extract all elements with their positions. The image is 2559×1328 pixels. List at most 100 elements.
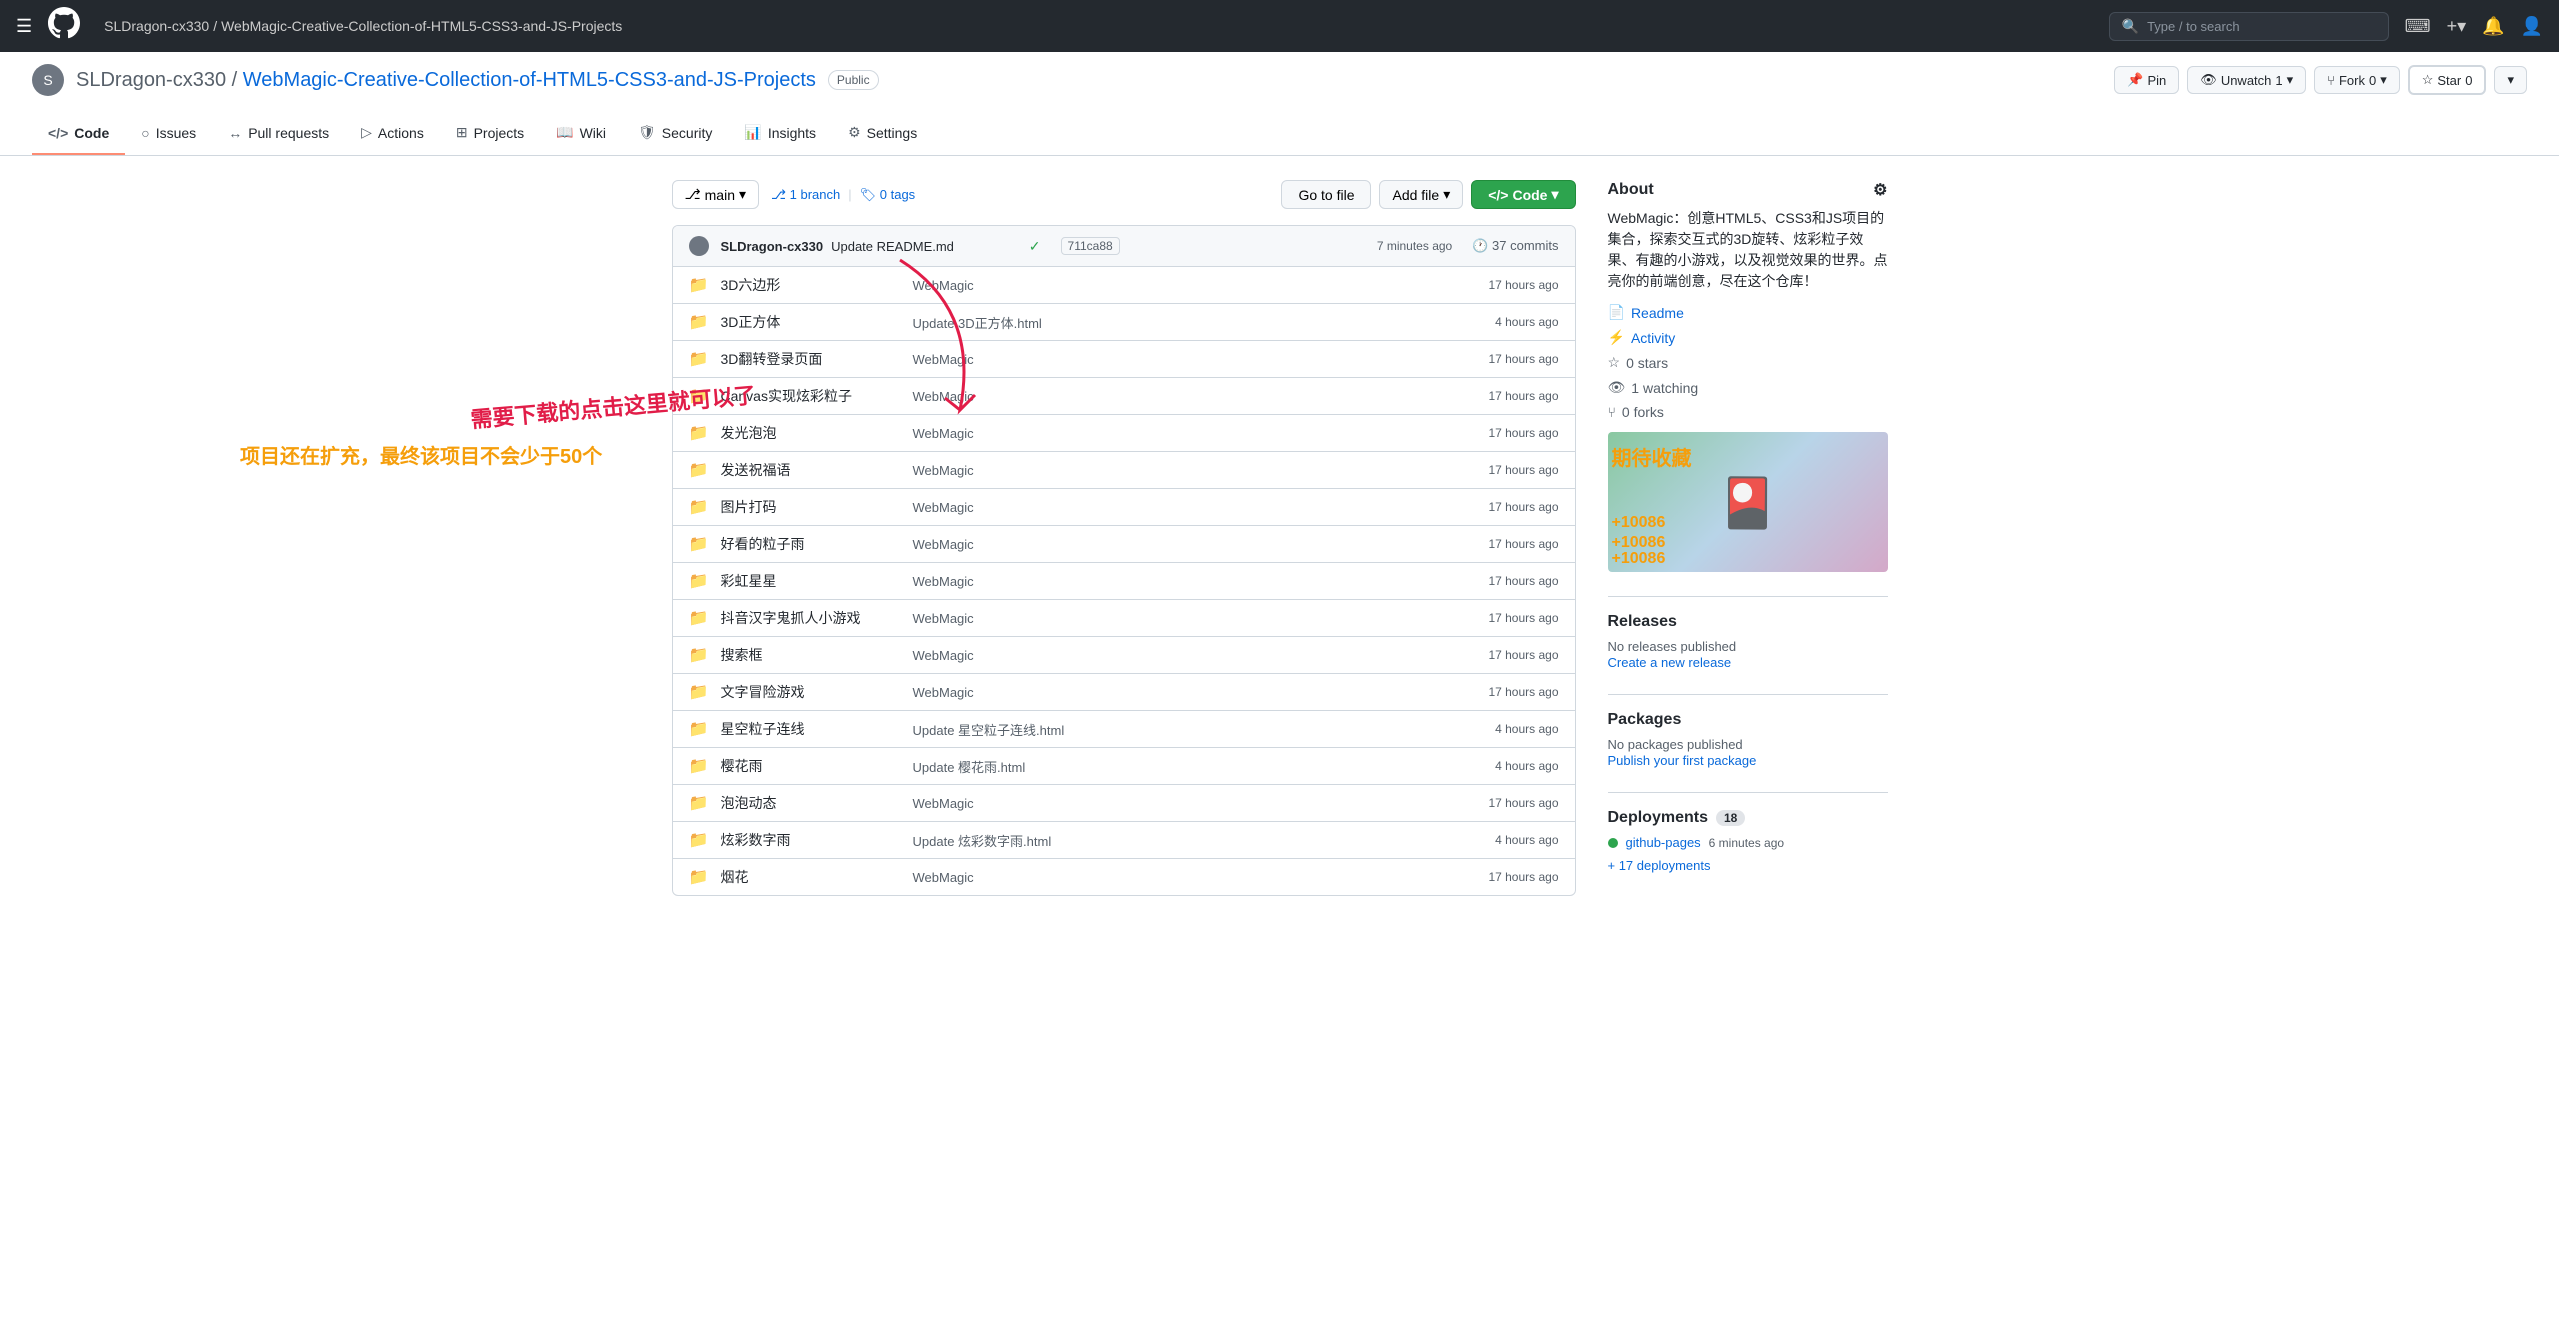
- file-time: 4 hours ago: [1459, 833, 1559, 847]
- activity-link[interactable]: ⚡ Activity: [1608, 329, 1888, 346]
- notification-icon[interactable]: 🔔: [2482, 16, 2504, 37]
- watching-icon: 👁: [1608, 379, 1626, 396]
- activity-icon: ⚡: [1608, 329, 1625, 346]
- file-name[interactable]: 彩虹星星: [721, 571, 901, 591]
- file-time: 17 hours ago: [1459, 870, 1559, 884]
- publish-package-link[interactable]: Publish your first package: [1608, 753, 1757, 768]
- file-name[interactable]: 发光泡泡: [721, 423, 901, 443]
- repo-link[interactable]: WebMagic-Creative-Collection-of-HTML5-CS…: [221, 18, 622, 34]
- pin-button[interactable]: 📌 Pin: [2114, 66, 2179, 94]
- deployments-section: Deployments 18 github-pages 6 minutes ag…: [1608, 792, 1888, 873]
- file-name[interactable]: 3D六边形: [721, 275, 901, 295]
- file-message: WebMagic: [913, 611, 1447, 626]
- nav-actions[interactable]: ▷ Actions: [345, 112, 440, 155]
- plus-icon[interactable]: +▾: [2447, 16, 2467, 37]
- nav-pullrequests[interactable]: ↔ Pull requests: [212, 113, 345, 155]
- about-description: WebMagic：创意HTML5、CSS3和JS项目的集合，探索交互式的3D旋转…: [1608, 208, 1888, 292]
- no-packages-text: No packages published: [1608, 737, 1888, 752]
- stars-stat[interactable]: ☆ 0 stars: [1608, 354, 1888, 371]
- file-name[interactable]: 樱花雨: [721, 756, 901, 776]
- forks-stat[interactable]: ⑂ 0 forks: [1608, 404, 1888, 420]
- file-message: Update 星空粒子连线.html: [913, 720, 1447, 739]
- file-name[interactable]: 泡泡动态: [721, 793, 901, 813]
- file-name[interactable]: 文字冒险游戏: [721, 682, 901, 702]
- file-name[interactable]: Canvas实现炫彩粒子: [721, 386, 901, 406]
- search-box[interactable]: 🔍 Type / to search: [2109, 12, 2389, 41]
- commit-hash[interactable]: 711ca88: [1061, 237, 1357, 255]
- folder-icon: 📁: [689, 275, 709, 295]
- star-button[interactable]: ☆ Star 0: [2408, 65, 2487, 95]
- watching-stat[interactable]: 👁 1 watching: [1608, 379, 1888, 396]
- terminal-icon[interactable]: ⌨: [2405, 16, 2431, 37]
- code-button[interactable]: </> Code ▾: [1471, 180, 1575, 209]
- packages-section: Packages No packages published Publish y…: [1608, 694, 1888, 768]
- folder-icon: 📁: [689, 571, 709, 591]
- tag-count[interactable]: 🏷 0 tags: [860, 187, 916, 203]
- folder-icon: 📁: [689, 534, 709, 554]
- star-dropdown-button[interactable]: ▾: [2494, 66, 2527, 94]
- avatar-icon[interactable]: 👤: [2521, 16, 2543, 37]
- add-file-button[interactable]: Add file ▾: [1379, 180, 1463, 209]
- nav-security[interactable]: 🛡 Security: [622, 112, 728, 155]
- file-name[interactable]: 星空粒子连线: [721, 719, 901, 739]
- repo-header: S SLDragon-cx330 / WebMagic-Creative-Col…: [0, 64, 2559, 96]
- branch-button[interactable]: ⎇ main ▾: [672, 180, 760, 209]
- unwatch-button[interactable]: 👁 Unwatch 1 ▾: [2187, 66, 2306, 94]
- commit-message: Update README.md: [831, 239, 954, 254]
- file-name[interactable]: 抖音汉字鬼抓人小游戏: [721, 608, 901, 628]
- nav-code[interactable]: </> Code: [32, 113, 125, 155]
- nav-icons: ⌨ +▾ 🔔 👤: [2405, 16, 2543, 37]
- pr-icon: ↔: [228, 125, 242, 141]
- nav-projects[interactable]: ⊞ Projects: [440, 112, 540, 155]
- folder-icon: 📁: [689, 682, 709, 702]
- security-icon: 🛡: [638, 124, 656, 141]
- issues-icon: ○: [141, 125, 149, 141]
- commit-info: SLDragon-cx330 Update README.md: [721, 239, 1017, 254]
- file-name[interactable]: 好看的粒子雨: [721, 534, 901, 554]
- file-name[interactable]: 3D正方体: [721, 312, 901, 332]
- file-name[interactable]: 发送祝福语: [721, 460, 901, 480]
- about-links: 📄 Readme ⚡ Activity ☆ 0 stars 👁 1 watchi…: [1608, 304, 1888, 420]
- go-to-file-button[interactable]: Go to file: [1281, 180, 1371, 209]
- file-name[interactable]: 3D翻转登录页面: [721, 349, 901, 369]
- folder-icon: 📁: [689, 867, 709, 887]
- file-name[interactable]: 搜索框: [721, 645, 901, 665]
- file-row: 📁 发送祝福语 WebMagic 17 hours ago: [673, 452, 1575, 489]
- readme-link[interactable]: 📄 Readme: [1608, 304, 1888, 321]
- code-icon: </>: [48, 125, 68, 141]
- folder-icon: 📁: [689, 645, 709, 665]
- create-release-link[interactable]: Create a new release: [1608, 655, 1732, 670]
- nav-issues[interactable]: ○ Issues: [125, 113, 212, 155]
- about-title: About ⚙: [1608, 180, 1888, 200]
- actions-icon: ▷: [361, 124, 372, 141]
- file-time: 17 hours ago: [1459, 389, 1559, 403]
- file-name[interactable]: 图片打码: [721, 497, 901, 517]
- repo-owner-avatar: S: [32, 64, 64, 96]
- nav-insights[interactable]: 📊 Insights: [728, 112, 832, 155]
- file-time: 17 hours ago: [1459, 648, 1559, 662]
- file-name[interactable]: 烟花: [721, 867, 901, 887]
- file-row: 📁 Canvas实现炫彩粒子 WebMagic 17 hours ago: [673, 378, 1575, 415]
- github-pages-link[interactable]: github-pages: [1626, 835, 1701, 850]
- tag-icon: 🏷: [860, 187, 877, 202]
- file-name[interactable]: 炫彩数字雨: [721, 830, 901, 850]
- more-deployments-link[interactable]: + 17 deployments: [1608, 858, 1888, 873]
- repo-header-actions: 📌 Pin 👁 Unwatch 1 ▾ ⑂ Fork 0 ▾ ☆ Star 0 …: [2114, 65, 2527, 95]
- deployments-badge: 18: [1716, 810, 1745, 826]
- nav-wiki[interactable]: 📖 Wiki: [540, 112, 622, 155]
- branch-count[interactable]: ⎇ 1 branch: [771, 187, 840, 203]
- commit-author[interactable]: SLDragon-cx330: [721, 239, 824, 254]
- github-logo[interactable]: [48, 7, 80, 46]
- nav-settings[interactable]: ⚙ Settings: [832, 112, 933, 155]
- owner-link[interactable]: SLDragon-cx330: [104, 18, 209, 34]
- file-row: 📁 3D正方体 Update 3D正方体.html 4 hours ago: [673, 304, 1575, 341]
- file-time: 17 hours ago: [1459, 426, 1559, 440]
- file-message: WebMagic: [913, 463, 1447, 478]
- settings-gear-icon[interactable]: ⚙: [1873, 180, 1887, 200]
- file-message: WebMagic: [913, 537, 1447, 552]
- commits-count[interactable]: 🕐 37 commits: [1472, 238, 1558, 254]
- file-row: 📁 泡泡动态 WebMagic 17 hours ago: [673, 785, 1575, 822]
- fork-button[interactable]: ⑂ Fork 0 ▾: [2314, 66, 2400, 94]
- releases-title: Releases: [1608, 613, 1888, 631]
- hamburger-icon[interactable]: ☰: [16, 16, 32, 37]
